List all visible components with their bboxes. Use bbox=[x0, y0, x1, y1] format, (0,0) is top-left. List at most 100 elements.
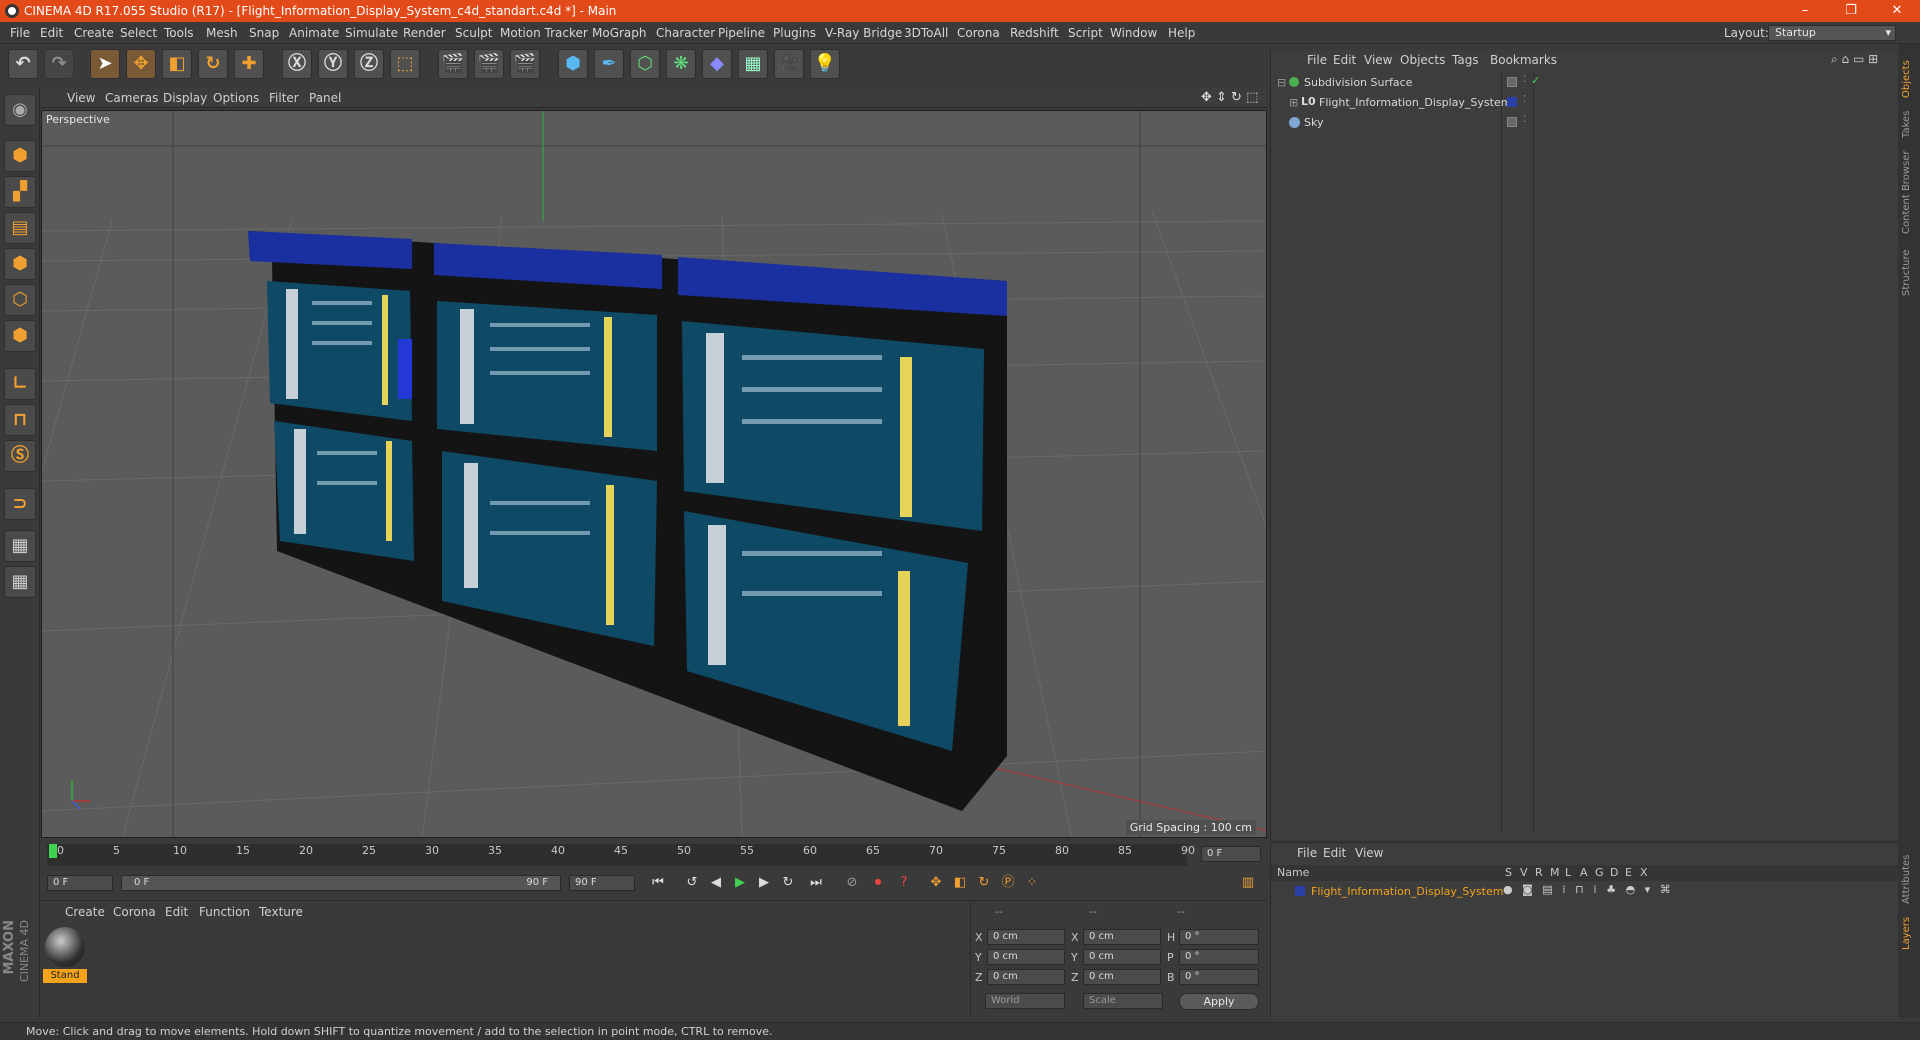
om-menu-view[interactable]: View bbox=[1364, 53, 1392, 67]
position-z-field[interactable]: 0 cm bbox=[987, 969, 1065, 985]
tab-takes[interactable]: Takes bbox=[1901, 104, 1917, 138]
vp-menu-view[interactable]: View bbox=[67, 91, 95, 105]
menu-simulate[interactable]: Simulate bbox=[345, 26, 398, 40]
menu-corona[interactable]: Corona bbox=[957, 26, 1000, 40]
perspective-viewport[interactable]: Perspective Grid Spacing : 100 cm bbox=[41, 110, 1267, 838]
points-mode-button[interactable]: ⬢ bbox=[4, 248, 36, 280]
workplane-mode-button[interactable]: ▤ bbox=[4, 212, 36, 244]
previous-key-button[interactable]: ↺ bbox=[681, 873, 703, 893]
layer-name[interactable]: Flight_Information_Display_System bbox=[1311, 885, 1503, 898]
restore-button[interactable]: ❐ bbox=[1828, 0, 1874, 22]
model-mode-button[interactable]: ⬢ bbox=[4, 140, 36, 172]
tab-structure[interactable]: Structure bbox=[1901, 240, 1917, 296]
om-menu-edit[interactable]: Edit bbox=[1333, 53, 1356, 67]
menu-vray-bridge[interactable]: V-Ray Bridge bbox=[825, 26, 902, 40]
goto-end-button[interactable]: ⏭ bbox=[805, 873, 827, 893]
key-pla-button[interactable]: ⁘ bbox=[1021, 873, 1043, 893]
snapping-button[interactable]: Ⓢ bbox=[4, 440, 36, 472]
menu-plugins[interactable]: Plugins bbox=[773, 26, 816, 40]
vp-menu-options[interactable]: Options bbox=[213, 91, 259, 105]
om-menu-file[interactable]: File bbox=[1307, 53, 1327, 67]
om-menu-bookmarks[interactable]: Bookmarks bbox=[1490, 53, 1557, 67]
axis-mode-button[interactable]: ∟ bbox=[4, 368, 36, 400]
key-rotation-button[interactable]: ↻ bbox=[973, 873, 995, 893]
rotation-b-field[interactable]: 0 ° bbox=[1179, 969, 1259, 985]
scale-tool[interactable]: ◧ bbox=[162, 49, 192, 79]
size-mode-select[interactable]: Scale bbox=[1083, 993, 1163, 1009]
apply-button[interactable]: Apply bbox=[1179, 993, 1259, 1010]
size-x-field[interactable]: 0 cm bbox=[1083, 929, 1161, 945]
position-y-field[interactable]: 0 cm bbox=[987, 949, 1065, 965]
menu-redshift[interactable]: Redshift bbox=[1010, 26, 1059, 40]
menu-help[interactable]: Help bbox=[1168, 26, 1195, 40]
x-axis-lock[interactable]: Ⓧ bbox=[282, 49, 312, 79]
next-key-button[interactable]: ↻ bbox=[777, 873, 799, 893]
lm-menu-edit[interactable]: Edit bbox=[1323, 846, 1346, 860]
menu-mograph[interactable]: MoGraph bbox=[592, 26, 647, 40]
texture-mode-button[interactable]: ▞ bbox=[4, 176, 36, 208]
magnet-button[interactable]: ⊃ bbox=[4, 488, 36, 520]
rotation-p-field[interactable]: 0 ° bbox=[1179, 949, 1259, 965]
rotate-tool[interactable]: ↻ bbox=[198, 49, 228, 79]
rotation-h-field[interactable]: 0 ° bbox=[1179, 929, 1259, 945]
add-floor-button[interactable]: ▦ bbox=[738, 49, 768, 79]
menu-sculpt[interactable]: Sculpt bbox=[455, 26, 492, 40]
add-cube-button[interactable]: ⬢ bbox=[558, 49, 588, 79]
mat-menu-create[interactable]: Create bbox=[65, 905, 105, 919]
size-z-field[interactable]: 0 cm bbox=[1083, 969, 1161, 985]
render-settings-button[interactable]: 🎬 bbox=[510, 49, 540, 79]
visibility-dots-icon[interactable]: ⁚ bbox=[1523, 114, 1526, 125]
menu-character[interactable]: Character bbox=[656, 26, 715, 40]
previous-frame-button[interactable]: ◀ bbox=[705, 873, 727, 893]
om-search-icon[interactable]: ⌕ ⌂ ▭ ⊞ bbox=[1831, 52, 1878, 67]
timeline-ruler[interactable]: 0 5 10 15 20 25 30 35 40 45 50 55 60 65 … bbox=[41, 840, 1267, 870]
add-camera-button[interactable]: 🎥 bbox=[774, 49, 804, 79]
add-array-button[interactable]: ❋ bbox=[666, 49, 696, 79]
position-x-field[interactable]: 0 cm bbox=[987, 929, 1065, 945]
tweak-mode-button[interactable]: ⊓ bbox=[4, 404, 36, 436]
y-axis-lock[interactable]: Ⓨ bbox=[318, 49, 348, 79]
vp-menu-display[interactable]: Display bbox=[163, 91, 207, 105]
material-swatch[interactable]: Stand bbox=[43, 925, 87, 987]
vp-menu-filter[interactable]: Filter bbox=[269, 91, 299, 105]
lm-menu-file[interactable]: File bbox=[1297, 846, 1317, 860]
om-menu-objects[interactable]: Objects bbox=[1400, 53, 1445, 67]
layer-toggle-icons[interactable]: ● ◙ ▤ ⁞ ⊓ ⁞ ♣ ◓ ▾ ⌘ bbox=[1503, 883, 1674, 896]
layout-select[interactable]: Startup ▾ bbox=[1768, 25, 1896, 41]
render-picture-viewer-button[interactable]: 🎬 bbox=[474, 49, 504, 79]
lm-menu-view[interactable]: View bbox=[1355, 846, 1383, 860]
menu-select[interactable]: Select bbox=[120, 26, 157, 40]
menu-create[interactable]: Create bbox=[74, 26, 114, 40]
z-axis-lock[interactable]: Ⓩ bbox=[354, 49, 384, 79]
key-parameter-button[interactable]: Ⓟ bbox=[997, 873, 1019, 893]
menu-script[interactable]: Script bbox=[1068, 26, 1103, 40]
end-frame-field[interactable]: 90 F bbox=[569, 875, 635, 891]
add-deformer-button[interactable]: ◆ bbox=[702, 49, 732, 79]
layer-color-swatch[interactable] bbox=[1507, 117, 1517, 127]
polygons-mode-button[interactable]: ⬢ bbox=[4, 320, 36, 352]
add-generator-button[interactable]: ⬡ bbox=[630, 49, 660, 79]
timeline-window-button[interactable]: ▥ bbox=[1237, 873, 1259, 893]
object-row-subdivision[interactable]: ⊟ Subdivision Surface ⁚ ✓ bbox=[1271, 74, 1899, 94]
mat-menu-texture[interactable]: Texture bbox=[259, 905, 303, 919]
key-position-button[interactable]: ✥ bbox=[925, 873, 947, 893]
visibility-dots-icon[interactable]: ⁚ bbox=[1523, 94, 1526, 105]
redo-button[interactable]: ↷ bbox=[44, 49, 74, 79]
coordinate-system-button[interactable]: ⬚ bbox=[390, 49, 420, 79]
next-frame-button[interactable]: ▶ bbox=[753, 873, 775, 893]
om-menu-tags[interactable]: Tags bbox=[1452, 53, 1479, 67]
start-frame-field[interactable]: 0 F bbox=[47, 875, 113, 891]
menu-edit[interactable]: Edit bbox=[40, 26, 63, 40]
current-frame-field[interactable]: 0 F bbox=[1201, 846, 1261, 862]
enabled-check-icon[interactable]: ✓ bbox=[1531, 74, 1540, 87]
mat-menu-corona[interactable]: Corona bbox=[113, 905, 156, 919]
menu-mesh[interactable]: Mesh bbox=[206, 26, 238, 40]
mat-menu-edit[interactable]: Edit bbox=[165, 905, 188, 919]
object-row-flight-display[interactable]: ⊞ L0 Flight_Information_Display_System ⁚ bbox=[1271, 94, 1899, 114]
tab-layers[interactable]: Layers bbox=[1901, 910, 1917, 950]
workplane-rotate-button[interactable]: ▦ bbox=[4, 566, 36, 598]
tree-expand-icon[interactable]: ⊞ bbox=[1289, 96, 1298, 109]
layer-color-swatch[interactable] bbox=[1507, 97, 1517, 107]
coordinate-space-select[interactable]: World bbox=[985, 993, 1065, 1009]
layer-row[interactable]: Flight_Information_Display_System ● ◙ ▤ … bbox=[1271, 883, 1899, 901]
